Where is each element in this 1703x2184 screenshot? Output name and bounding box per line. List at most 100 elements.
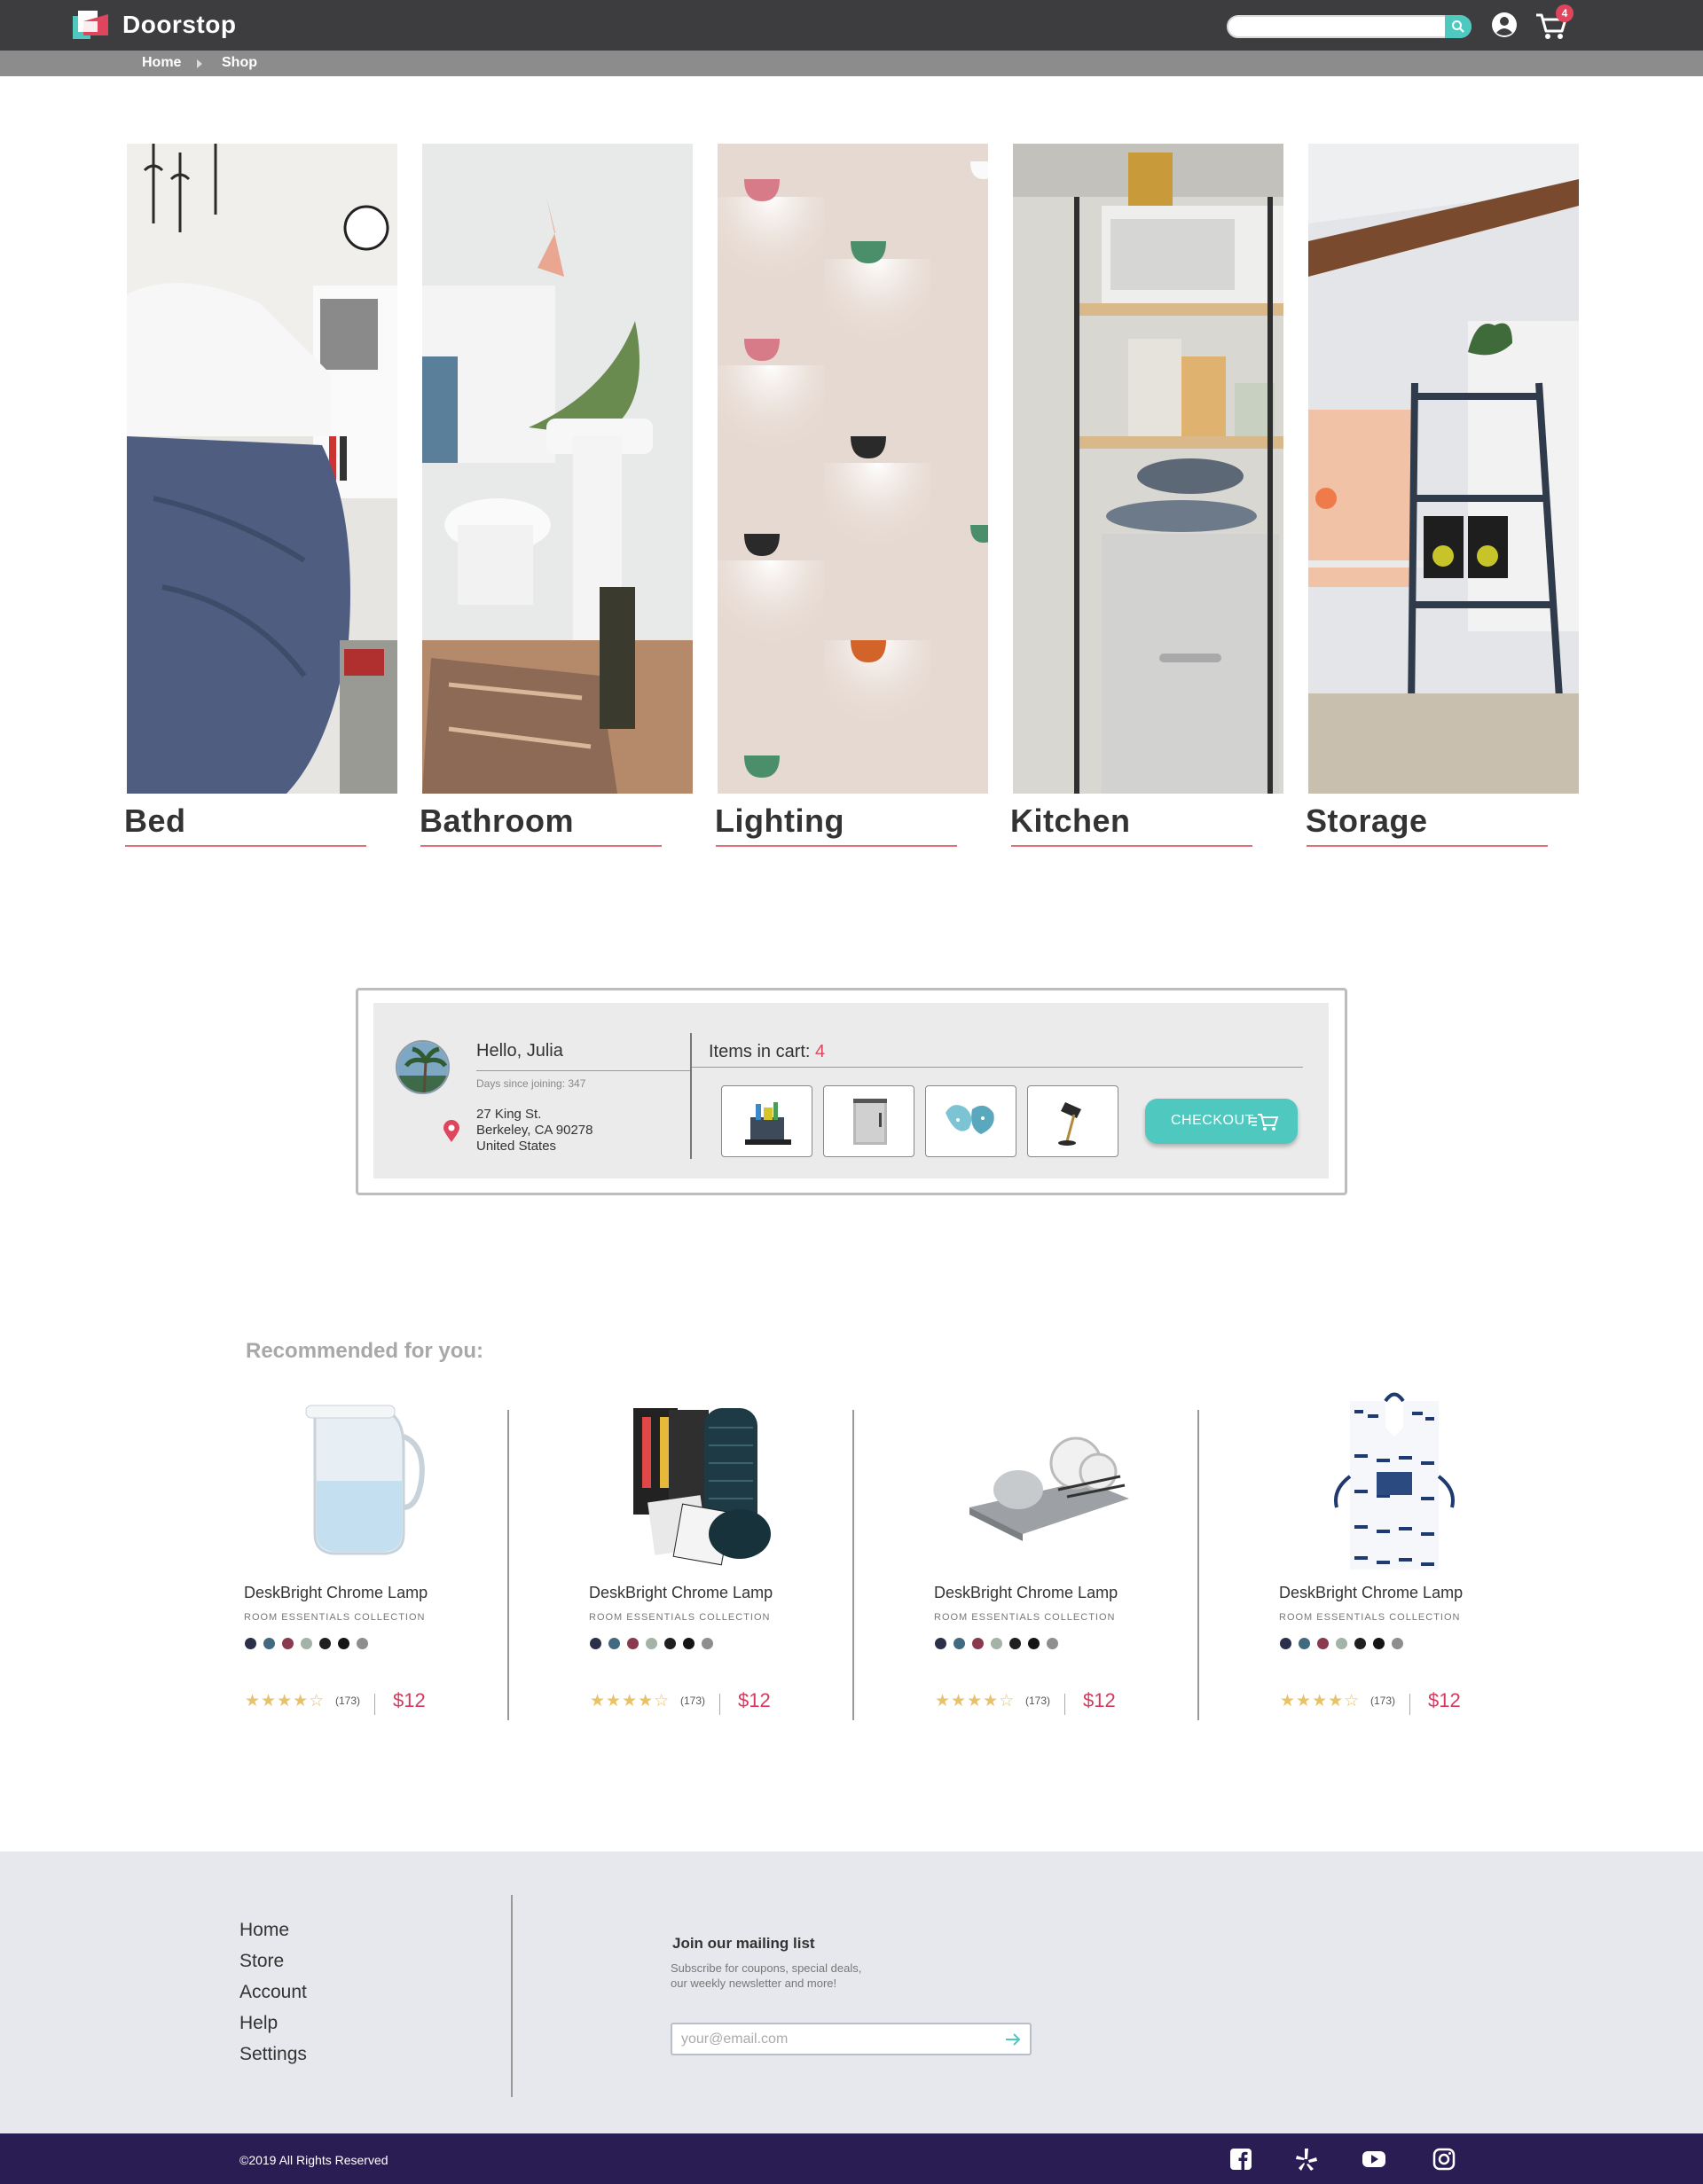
cart-item-thumbnail[interactable] — [1027, 1085, 1118, 1157]
color-swatch[interactable] — [590, 1638, 601, 1649]
product-image-kitchen-towels[interactable] — [616, 1392, 793, 1570]
color-swatch[interactable] — [1280, 1638, 1291, 1649]
footer-link-account[interactable]: Account — [239, 1982, 307, 2003]
footer-link-settings[interactable]: Settings — [239, 2044, 307, 2065]
category-bed-image[interactable] — [127, 144, 397, 794]
color-swatch[interactable] — [245, 1638, 256, 1649]
footer-link-home[interactable]: Home — [239, 1920, 289, 1941]
color-swatch[interactable] — [935, 1638, 946, 1649]
color-swatch[interactable] — [1373, 1638, 1385, 1649]
color-swatch[interactable] — [1299, 1638, 1310, 1649]
color-swatch[interactable] — [1354, 1638, 1366, 1649]
color-swatch[interactable] — [1336, 1638, 1347, 1649]
divider — [507, 1410, 509, 1720]
category-storage-image[interactable] — [1308, 144, 1579, 794]
cart-count-badge: 4 — [1556, 4, 1574, 22]
product-collection: ROOM ESSENTIALS COLLECTION — [1279, 1612, 1461, 1623]
breadcrumb-separator-icon — [197, 59, 202, 68]
color-swatch[interactable] — [319, 1638, 331, 1649]
color-swatch[interactable] — [263, 1638, 275, 1649]
category-kitchen-label[interactable]: Kitchen — [1010, 802, 1131, 840]
category-kitchen-image[interactable] — [1013, 144, 1283, 794]
divider — [476, 1070, 692, 1071]
items-in-cart-label: Items in cart: 4 — [709, 1042, 826, 1061]
address-line-1: 27 King St. — [476, 1107, 542, 1122]
product-review-count: (173) — [680, 1695, 706, 1707]
product-name[interactable]: DeskBright Chrome Lamp — [589, 1584, 773, 1602]
checkout-button[interactable]: CHECKOUT — [1145, 1099, 1298, 1144]
cart-icon — [1250, 1114, 1279, 1131]
color-swatch[interactable] — [1047, 1638, 1058, 1649]
divider — [719, 1694, 720, 1715]
instagram-icon[interactable] — [1432, 2147, 1456, 2172]
color-swatch[interactable] — [646, 1638, 657, 1649]
product-price: $12 — [1428, 1689, 1461, 1711]
mailing-list-description: Subscribe for coupons, special deals, — [671, 1961, 862, 1975]
divider — [511, 1895, 513, 2097]
color-swatch[interactable] — [972, 1638, 984, 1649]
yelp-icon[interactable] — [1294, 2147, 1319, 2172]
product-collection: ROOM ESSENTIALS COLLECTION — [589, 1612, 771, 1623]
color-swatch[interactable] — [1009, 1638, 1021, 1649]
color-swatch[interactable] — [954, 1638, 965, 1649]
product-image-dish-rack[interactable] — [961, 1392, 1138, 1570]
breadcrumb-home[interactable]: Home — [142, 55, 181, 71]
product-name[interactable]: DeskBright Chrome Lamp — [934, 1584, 1118, 1602]
email-field[interactable] — [681, 2030, 983, 2049]
cart-item-thumbnail[interactable] — [925, 1085, 1016, 1157]
product-price: $12 — [393, 1689, 426, 1711]
arrow-right-icon[interactable] — [1005, 2032, 1021, 2047]
color-swatch[interactable] — [702, 1638, 713, 1649]
category-lighting-image[interactable] — [718, 144, 988, 794]
search-button[interactable] — [1445, 15, 1471, 38]
mailing-list-title: Join our mailing list — [672, 1935, 815, 1952]
product-review-count: (173) — [1025, 1695, 1051, 1707]
product-image-water-pitcher[interactable] — [271, 1392, 448, 1570]
footer-link-help[interactable]: Help — [239, 2013, 278, 2034]
category-lighting-label[interactable]: Lighting — [715, 802, 844, 840]
breadcrumb-shop[interactable]: Shop — [222, 55, 257, 71]
product-image-apron[interactable] — [1306, 1392, 1483, 1570]
brand-name[interactable]: Doorstop — [122, 11, 236, 39]
email-field-container — [671, 2023, 1032, 2055]
category-bathroom-image[interactable] — [422, 144, 693, 794]
copyright: ©2019 All Rights Reserved — [239, 2153, 388, 2167]
youtube-icon[interactable] — [1362, 2147, 1386, 2172]
product-rating-stars: ★★★★☆ — [245, 1692, 326, 1710]
color-swatch[interactable] — [608, 1638, 620, 1649]
category-bed-label[interactable]: Bed — [124, 802, 186, 840]
color-swatch[interactable] — [301, 1638, 312, 1649]
footer-link-store[interactable]: Store — [239, 1951, 284, 1972]
cart-item-thumbnail[interactable] — [721, 1085, 812, 1157]
facebook-icon[interactable] — [1228, 2147, 1253, 2172]
caddy-icon — [745, 1102, 791, 1145]
doorstop-logo-icon[interactable] — [71, 9, 110, 41]
color-swatch[interactable] — [338, 1638, 349, 1649]
divider — [374, 1694, 375, 1715]
color-swatch[interactable] — [991, 1638, 1002, 1649]
address-line-3: United States — [476, 1139, 557, 1154]
product-name[interactable]: DeskBright Chrome Lamp — [244, 1584, 428, 1602]
avatar[interactable] — [396, 1040, 450, 1094]
search-bar[interactable] — [1227, 15, 1471, 38]
recommended-title: Recommended for you: — [246, 1339, 484, 1363]
items-in-cart-count: 4 — [815, 1042, 826, 1061]
category-bathroom-label[interactable]: Bathroom — [420, 802, 574, 840]
product-rating-stars: ★★★★☆ — [935, 1692, 1016, 1710]
fridge-icon — [853, 1099, 887, 1145]
address-line-2: Berkeley, CA 90278 — [476, 1123, 593, 1138]
product-name[interactable]: DeskBright Chrome Lamp — [1279, 1584, 1463, 1602]
color-swatch[interactable] — [627, 1638, 639, 1649]
color-swatch[interactable] — [683, 1638, 695, 1649]
color-swatch[interactable] — [282, 1638, 294, 1649]
color-swatch[interactable] — [1392, 1638, 1403, 1649]
category-storage-label[interactable]: Storage — [1306, 802, 1428, 840]
color-swatch[interactable] — [664, 1638, 676, 1649]
color-swatch[interactable] — [357, 1638, 368, 1649]
color-swatch[interactable] — [1028, 1638, 1040, 1649]
category-underline — [420, 845, 662, 847]
product-price: $12 — [738, 1689, 771, 1711]
cart-item-thumbnail[interactable] — [823, 1085, 914, 1157]
color-swatch[interactable] — [1317, 1638, 1329, 1649]
user-account-icon[interactable] — [1491, 12, 1518, 38]
